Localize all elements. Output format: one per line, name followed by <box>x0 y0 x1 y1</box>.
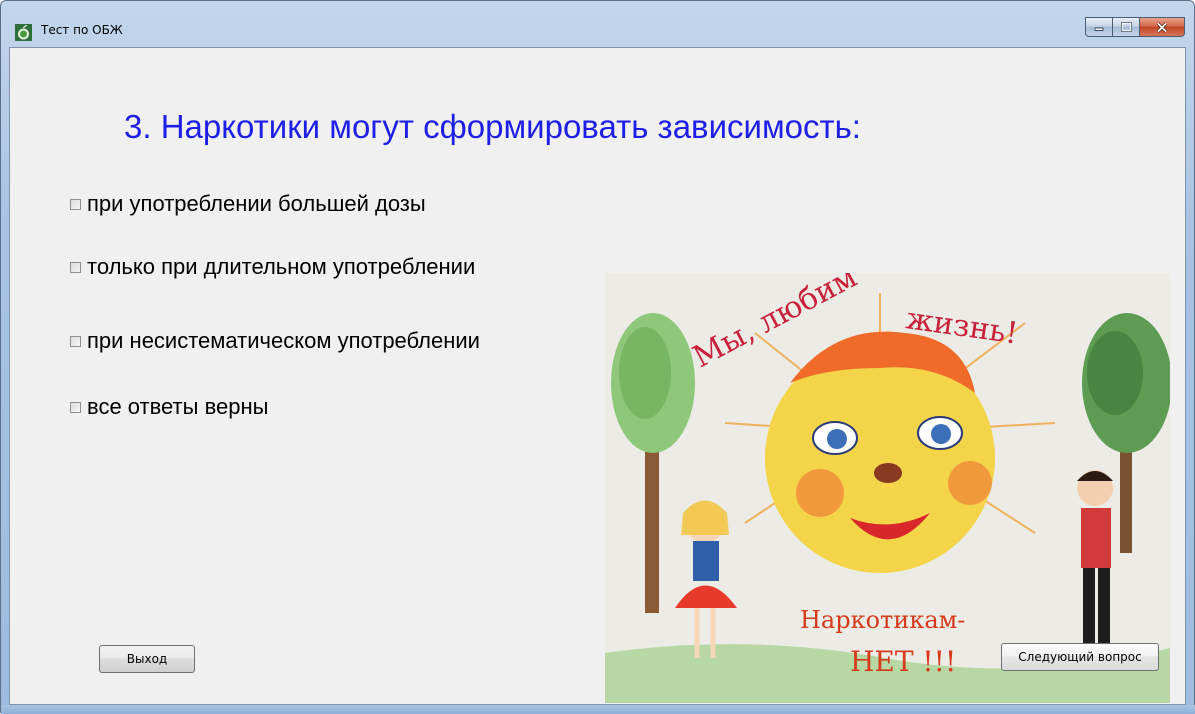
exit-button[interactable]: Выход <box>99 645 195 673</box>
apple-icon <box>15 24 32 41</box>
title-bar[interactable]: Тест по ОБЖ <box>1 1 1194 41</box>
answer-option-2[interactable]: только при длительном употреблении <box>70 254 475 280</box>
answer-label: только при длительном употреблении <box>87 254 476 279</box>
illustration-picture: Мы, любим жизнь! Наркотикам- НЕТ !!! <box>605 273 1170 703</box>
answer-label: при несистематическом употреблении <box>87 328 480 353</box>
close-icon <box>1156 21 1168 33</box>
answer-checkbox[interactable] <box>70 198 81 210</box>
caption-buttons <box>1085 17 1185 38</box>
app-window: Тест по ОБЖ 3. Наркотики могут сформиров… <box>0 0 1195 714</box>
answer-checkbox[interactable] <box>70 401 81 413</box>
answer-label: все ответы верны <box>87 394 269 419</box>
answer-option-1[interactable]: при употреблении большей дозы <box>70 191 426 217</box>
answer-option-3[interactable]: при несистематическом употреблении <box>70 328 480 354</box>
answer-option-4[interactable]: все ответы верны <box>70 394 268 420</box>
client-area: 3. Наркотики могут сформировать зависимо… <box>9 47 1186 705</box>
maximize-icon <box>1120 22 1132 32</box>
svg-text:НЕТ !!!: НЕТ !!! <box>850 645 956 678</box>
answer-checkbox[interactable] <box>70 335 81 347</box>
maximize-button[interactable] <box>1113 17 1140 37</box>
sun-drawing-illustration: Мы, любим жизнь! Наркотикам- НЕТ !!! <box>605 273 1170 703</box>
svg-text:Наркотикам-: Наркотикам- <box>800 606 965 634</box>
window-title: Тест по ОБЖ <box>41 23 123 37</box>
minimize-icon <box>1094 27 1104 31</box>
answer-label: при употреблении большей дозы <box>87 191 426 216</box>
minimize-button[interactable] <box>1085 17 1113 37</box>
close-button[interactable] <box>1140 17 1185 37</box>
answer-checkbox[interactable] <box>70 261 81 273</box>
question-text: 3. Наркотики могут сформировать зависимо… <box>124 108 861 145</box>
next-question-button[interactable]: Следующий вопрос <box>1001 643 1159 671</box>
